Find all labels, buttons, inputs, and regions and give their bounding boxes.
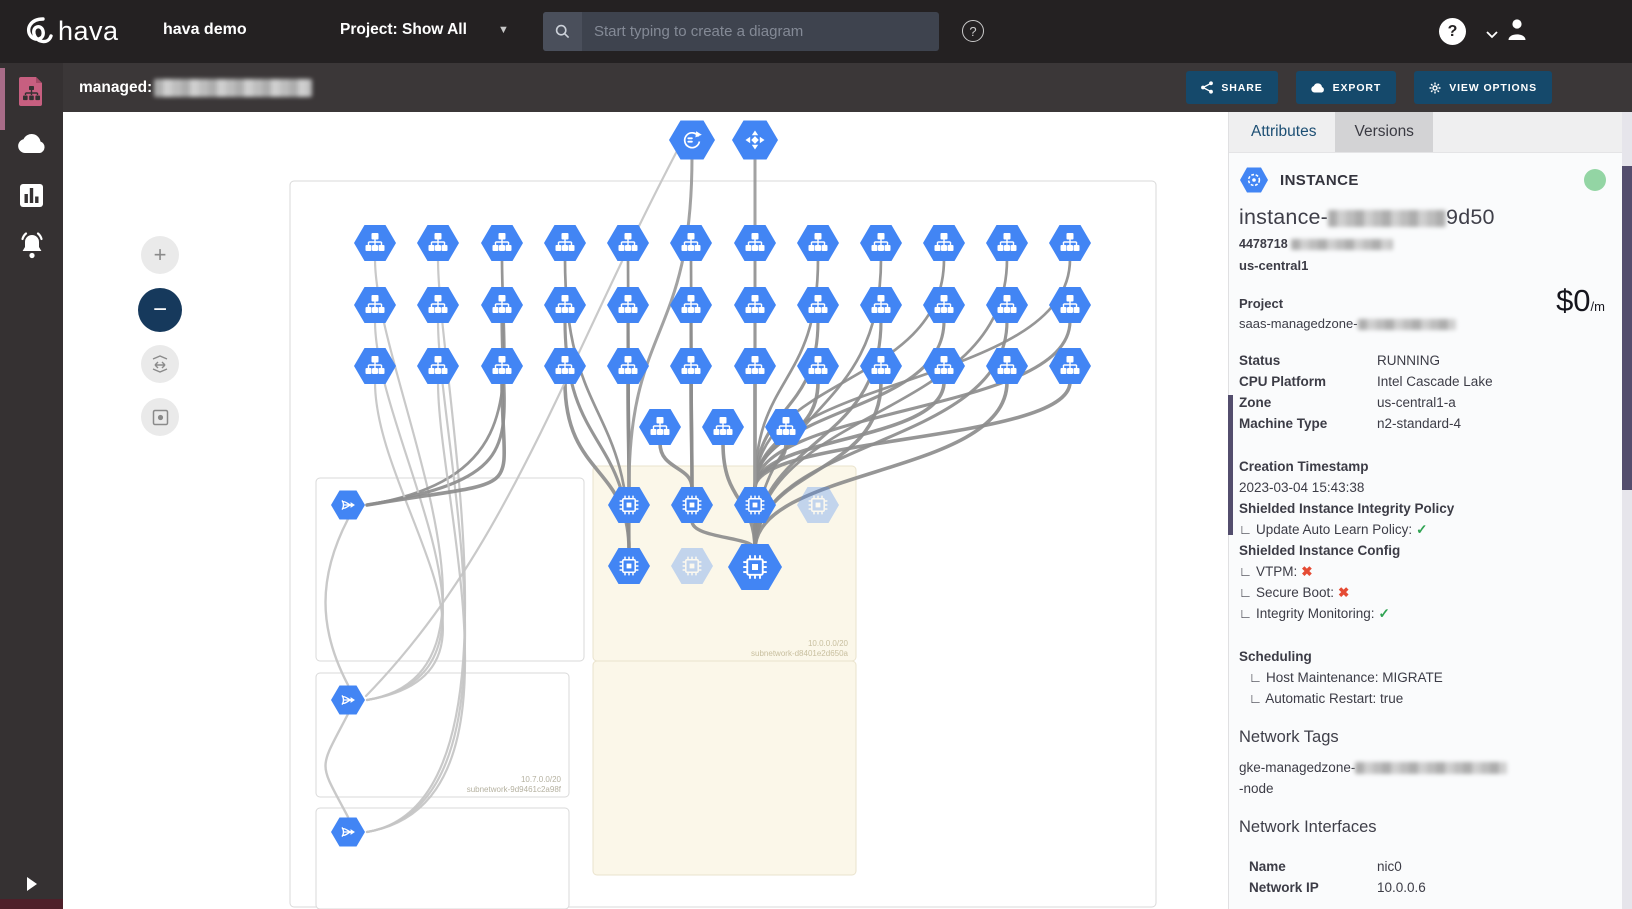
sidebar-expand-arrow[interactable] xyxy=(0,869,63,899)
diagram-search[interactable] xyxy=(543,12,939,51)
panel-scrollbar-thumb[interactable] xyxy=(1228,395,1233,535)
fit-to-screen-button[interactable] xyxy=(141,345,179,383)
diagram-container xyxy=(593,661,856,875)
share-button[interactable]: SHARE xyxy=(1186,71,1277,104)
resource-region: us-central1 xyxy=(1239,258,1606,273)
tab-versions[interactable]: Versions xyxy=(1335,112,1432,152)
workspace-name: hava demo xyxy=(163,21,247,39)
share-icon xyxy=(1201,81,1213,94)
cloud-icon xyxy=(17,133,47,154)
diagram-canvas[interactable]: 10.0.0.0/20subnetwork-d8401e2d650a 10.7.0… xyxy=(63,112,1228,909)
project-label: Project xyxy=(1239,296,1606,311)
sidebar-item-diagrams[interactable] xyxy=(0,65,63,117)
logo-wordmark: hava xyxy=(58,16,119,47)
resource-id: 4478718 xyxy=(1239,237,1606,251)
user-icon[interactable] xyxy=(1506,17,1528,46)
scheduling-section: Scheduling ∟ Host Maintenance: MIGRATE ∟… xyxy=(1239,646,1606,709)
search-icon xyxy=(543,12,582,51)
subnet-name-label: subnetwork-9d9461c2a98f xyxy=(467,785,562,794)
search-input[interactable] xyxy=(582,23,939,40)
tab-attributes[interactable]: Attributes xyxy=(1232,112,1335,152)
gear-icon xyxy=(1429,82,1441,94)
connection-edge xyxy=(691,382,692,488)
zoom-in-button[interactable]: + xyxy=(141,236,179,274)
resource-name: instance-9d50 xyxy=(1239,205,1606,230)
attribute-row: CPU PlatformIntel Cascade Lake xyxy=(1239,371,1606,392)
fit-to-screen-icon xyxy=(150,355,170,373)
sidebar-item-reports[interactable] xyxy=(0,169,63,221)
expand-right-icon xyxy=(26,876,38,892)
project-caret-icon[interactable]: ▼ xyxy=(498,24,509,36)
scheduling-item: ∟ Host Maintenance: MIGRATE xyxy=(1239,667,1606,688)
network-tags-heading: Network Tags xyxy=(1239,728,1606,747)
chevron-down-icon[interactable] xyxy=(1486,26,1498,44)
subnet-cidr-label: 10.7.0.0/20 xyxy=(521,775,562,784)
top-navbar: hava hava demo Project: Show All ▼ ? ? xyxy=(0,0,1632,63)
status-dot xyxy=(1584,169,1606,191)
node-gke-gke[interactable] xyxy=(732,121,778,160)
integrity-item: ∟ Update Auto Learn Policy:✓ xyxy=(1239,519,1606,540)
infrastructure-diagram: 10.0.0.0/20subnetwork-d8401e2d650a 10.7.0… xyxy=(63,112,1228,909)
cloud-export-icon xyxy=(1311,83,1325,93)
hava-logo-icon xyxy=(18,12,56,50)
panel-tabs: Attributes Versions xyxy=(1229,112,1622,153)
nic-row: Network IP10.0.0.6 xyxy=(1249,877,1606,898)
network-interfaces-heading: Network Interfaces xyxy=(1239,818,1606,837)
scheduling-item: ∟ Automatic Restart: true xyxy=(1239,688,1606,709)
view-options-button[interactable]: VIEW OPTIONS xyxy=(1414,71,1552,104)
nic-list: Namenic0 Network IP10.0.0.6 xyxy=(1239,856,1606,898)
bell-icon xyxy=(17,231,47,259)
left-sidebar xyxy=(0,63,63,909)
attribute-list: StatusRUNNING CPU PlatformIntel Cascade … xyxy=(1239,350,1606,434)
zoom-out-button[interactable]: − xyxy=(138,288,182,332)
subnet-name-label: subnetwork-d8401e2d650a xyxy=(751,649,849,658)
config-item: ∟ VTPM:✖ xyxy=(1239,561,1606,582)
sidebar-item-alerts[interactable] xyxy=(0,219,63,271)
config-item: ∟ Secure Boot:✖ xyxy=(1239,582,1606,603)
help-outline-icon[interactable]: ? xyxy=(962,20,984,42)
focus-button[interactable] xyxy=(141,398,179,436)
sidebar-bottom-strip xyxy=(0,899,63,909)
attribute-row: Zoneus-central1-a xyxy=(1239,392,1606,413)
help-circle-icon[interactable]: ? xyxy=(1439,18,1466,45)
hava-logo: hava xyxy=(18,12,119,50)
bar-chart-icon xyxy=(19,183,44,208)
instance-type-icon xyxy=(1239,167,1269,193)
project-selector[interactable]: Project: Show All xyxy=(340,21,467,39)
attribute-row: StatusRUNNING xyxy=(1239,350,1606,371)
cost-estimate: $0/m xyxy=(1556,283,1605,319)
diagrams-icon xyxy=(18,76,45,107)
project-value: saas-managedzone- xyxy=(1239,316,1606,331)
export-button[interactable]: EXPORT xyxy=(1296,71,1397,104)
attributes-panel: Attributes Versions INSTANCE instance-9d… xyxy=(1228,112,1622,909)
creation-section: Creation Timestamp 2023-03-04 15:43:38 S… xyxy=(1239,456,1606,624)
diagram-header: managed: SHARE EXPORT VIEW OPTIONS xyxy=(63,63,1632,112)
subnet-cidr-label: 10.0.0.0/20 xyxy=(808,639,849,648)
network-tag-value: gke-managedzone- -node xyxy=(1239,757,1606,799)
diagram-title: managed: xyxy=(79,79,312,97)
redacted-title xyxy=(154,79,312,97)
window-scrollbar-thumb[interactable] xyxy=(1622,166,1632,490)
config-item: ∟ Integrity Monitoring:✓ xyxy=(1239,603,1606,624)
focus-icon xyxy=(152,409,169,426)
nic-row: Namenic0 xyxy=(1249,856,1606,877)
sidebar-item-environments[interactable] xyxy=(0,117,63,169)
resource-type-label: INSTANCE xyxy=(1280,172,1359,189)
attribute-row: Machine Typen2-standard-4 xyxy=(1239,413,1606,434)
